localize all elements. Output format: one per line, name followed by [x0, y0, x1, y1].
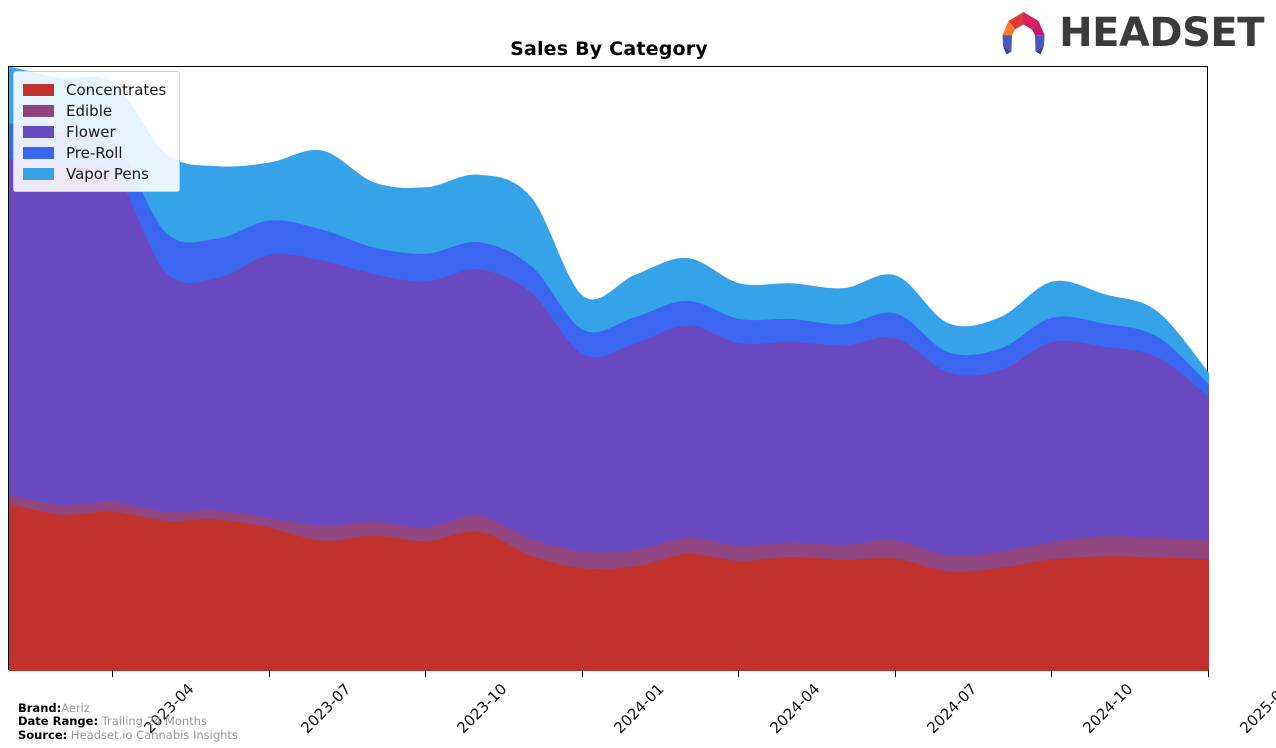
- x-axis-tick-label: 2024-10: [1079, 680, 1137, 738]
- legend-swatch-pre-roll: [23, 146, 54, 159]
- x-axis-tick: [738, 670, 740, 677]
- x-axis-tick: [581, 670, 583, 677]
- x-axis-tick-label: 2024-01: [610, 680, 668, 738]
- x-axis-tick: [425, 670, 427, 677]
- logo-wordmark: HEADSET: [1059, 10, 1264, 56]
- legend-item[interactable]: Flower: [23, 121, 166, 142]
- legend-swatch-edible: [23, 104, 54, 117]
- footer-date-range-value: Trailing 24 Months: [101, 714, 207, 728]
- x-axis-tick: [1051, 670, 1053, 677]
- chart-legend: Concentrates Edible Flower Pre-Roll Vapo…: [13, 71, 181, 192]
- legend-label-pre-roll: Pre-Roll: [66, 143, 123, 162]
- x-axis-tick-label: 2023-10: [453, 680, 511, 738]
- footer-date-range-line: Date Range: Trailing 24 Months: [18, 714, 238, 729]
- legend-label-concentrates: Concentrates: [66, 80, 167, 99]
- headset-logo: HEADSET: [995, 10, 1264, 56]
- legend-swatch-flower: [23, 125, 54, 138]
- footer-brand-line: Brand:Aeriz: [18, 700, 238, 716]
- footer-brand-key: Brand:: [18, 700, 62, 715]
- legend-swatch-vapor-pens: [23, 167, 54, 180]
- x-axis-tick-label: 2023-07: [297, 680, 355, 738]
- legend-item[interactable]: Edible: [23, 100, 166, 121]
- legend-swatch-concentrates: [23, 83, 54, 96]
- legend-label-edible: Edible: [66, 101, 113, 120]
- footer-source-key: Source:: [18, 727, 68, 742]
- legend-item[interactable]: Pre-Roll: [23, 142, 166, 163]
- x-axis-tick: [894, 670, 896, 677]
- footer-brand-value: Aeriz: [61, 700, 90, 715]
- chart-page: Sales By Category HEADSET 2023-04 2023-07…: [0, 0, 1276, 748]
- stacked-area-chart: [9, 67, 1209, 671]
- legend-item[interactable]: Concentrates: [23, 79, 166, 100]
- legend-item[interactable]: Vapor Pens: [23, 163, 166, 184]
- x-axis-tick: [112, 670, 114, 677]
- plot-area: [8, 66, 1209, 671]
- x-axis-tick: [268, 670, 270, 677]
- legend-label-vapor-pens: Vapor Pens: [66, 164, 149, 183]
- footer-date-range-key: Date Range:: [18, 714, 99, 728]
- legend-label-flower: Flower: [66, 122, 116, 141]
- x-axis-tick-label: 2024-04: [766, 680, 824, 738]
- footer-source-value: Headset.io Cannabis Insights: [70, 727, 238, 742]
- x-axis-tick-label: 2024-07: [923, 680, 981, 738]
- x-axis-tick: [1208, 670, 1209, 677]
- footer-source-line: Source: Headset.io Cannabis Insights: [18, 727, 238, 743]
- x-axis-tick-label: 2025-01: [1236, 680, 1276, 738]
- headset-arch-logo-icon: [1002, 12, 1045, 55]
- footer: Brand:Aeriz Date Range: Trailing 24 Mont…: [18, 700, 238, 743]
